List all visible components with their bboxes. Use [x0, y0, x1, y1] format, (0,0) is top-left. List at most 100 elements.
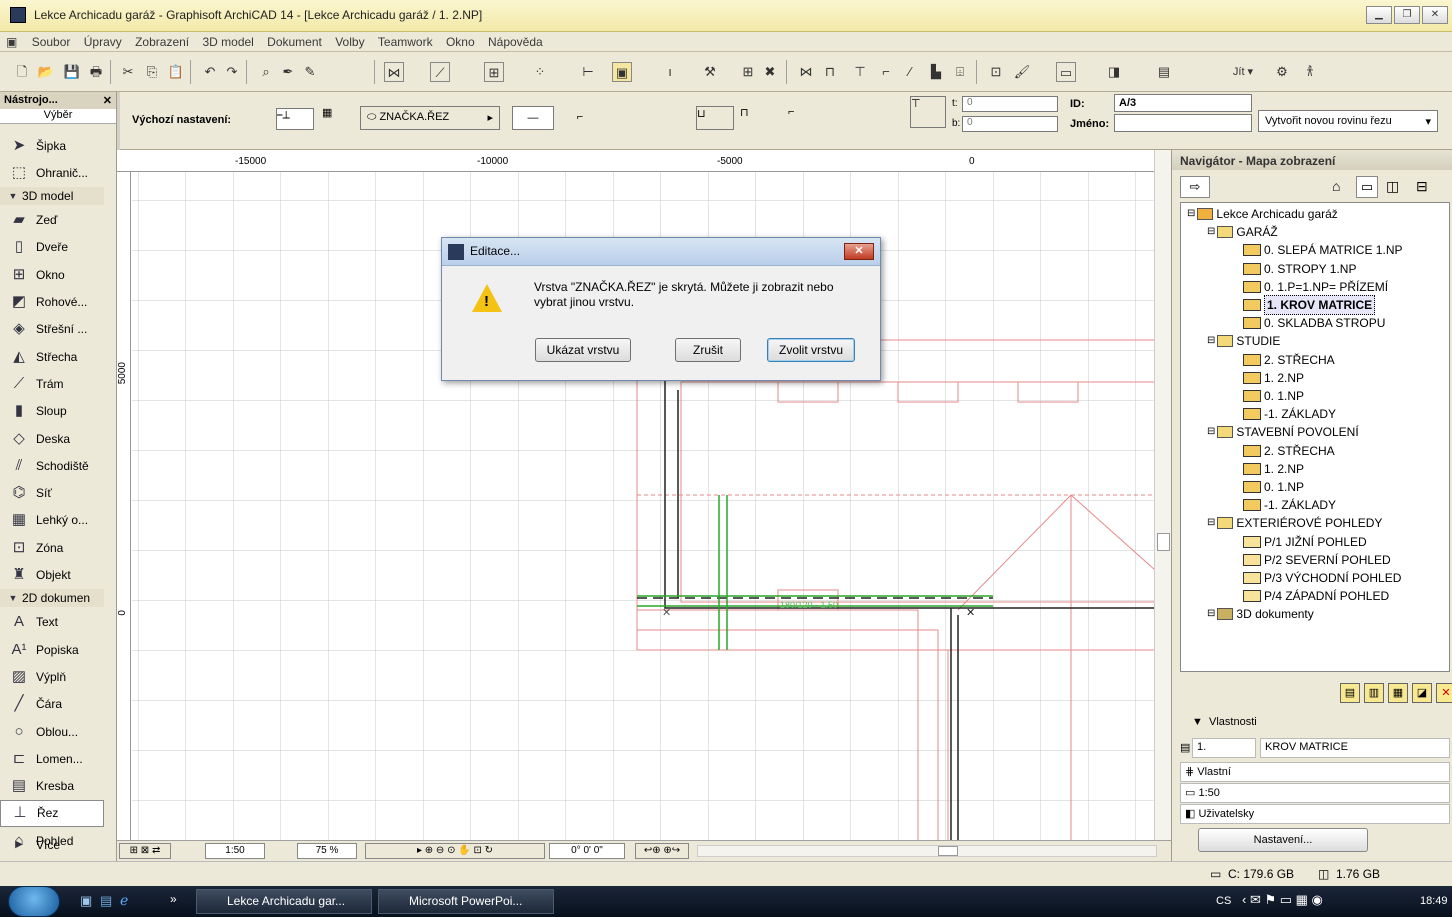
scroll-thumb[interactable]	[1157, 533, 1170, 551]
menu-upravy[interactable]: Úpravy	[79, 32, 127, 52]
tree-item[interactable]: 0. 1.NP	[1243, 387, 1304, 405]
intersect-icon[interactable]: ⊓	[820, 62, 840, 82]
tool-marquee[interactable]: ⬚ Ohranič...	[0, 159, 104, 186]
prop-id-field[interactable]: 1.	[1192, 738, 1256, 758]
paint-icon[interactable]: 🖌	[1012, 62, 1032, 82]
cut-icon[interactable]: ✂	[118, 62, 138, 82]
network-icon[interactable]: ⚙	[1272, 62, 1292, 82]
section-symbol-button[interactable]: ⎯⊥	[276, 108, 314, 130]
create-section-dropdown[interactable]: Vytvořit novou rovinu řezu ▾	[1258, 110, 1438, 132]
tree-item[interactable]: 2. STŘECHA	[1243, 442, 1335, 460]
eyedropper-icon[interactable]: ✒	[278, 62, 298, 82]
corner-icon[interactable]: ⌐	[876, 62, 896, 82]
expand-icon[interactable]: ⊟	[1207, 223, 1215, 241]
scale-field[interactable]: 1:50	[205, 843, 265, 859]
expand-icon[interactable]: ⊟	[1207, 332, 1215, 350]
expand-icon[interactable]: ⊟	[1207, 423, 1215, 441]
tree-item[interactable]: 1. KROV MATRICE	[1243, 295, 1376, 315]
trace-icon[interactable]: ⊢	[578, 62, 598, 82]
start-button[interactable]	[8, 886, 60, 917]
menu-okno[interactable]: Okno	[441, 32, 480, 52]
prop-scale[interactable]: ▭ 1:50	[1180, 783, 1450, 803]
tool-corner-window[interactable]: ◩ Rohové...	[0, 289, 104, 316]
expand-icon[interactable]: ⊟	[1207, 514, 1215, 532]
open-view-icon[interactable]: ◪	[1412, 683, 1432, 703]
delete-view-icon[interactable]: ✕	[1436, 683, 1452, 703]
project-map-icon[interactable]: ⌂	[1332, 178, 1340, 194]
section-marker-button[interactable]: ⌐	[788, 106, 828, 130]
tool-line[interactable]: ╱ Čára	[0, 691, 104, 718]
tree-item[interactable]: 2. STŘECHA	[1243, 351, 1335, 369]
tree-item[interactable]: 0. 1.P=1.NP= PŘÍZEMÍ	[1243, 278, 1388, 296]
b-input[interactable]: 0	[962, 116, 1058, 132]
name-input[interactable]	[1114, 114, 1252, 132]
tool-slab[interactable]: ◇ Deska	[0, 425, 104, 452]
tree-item[interactable]: P/3 VÝCHODNÍ POHLED	[1243, 569, 1401, 587]
menu-volby[interactable]: Volby	[330, 32, 369, 52]
close-x-icon[interactable]: ✖	[760, 62, 780, 82]
rotate-icon[interactable]: ⌹	[950, 62, 970, 82]
cancel-button[interactable]: Zrušit	[675, 338, 741, 362]
section-depth-button[interactable]: ⊔	[696, 106, 734, 130]
line-type-button[interactable]: —	[512, 106, 554, 130]
paste-icon[interactable]: 📋	[166, 62, 186, 82]
tree-item[interactable]: 0. 1.NP	[1243, 478, 1304, 496]
nav-back-buttons[interactable]: ↩⊕ ⊕↪	[635, 843, 689, 859]
tool-text[interactable]: A Text	[0, 609, 104, 636]
tree-item[interactable]: 1. 2.NP	[1243, 369, 1304, 387]
tree-item[interactable]: 1. 2.NP	[1243, 460, 1304, 478]
tool-section[interactable]: ⊥ Řez	[0, 799, 104, 827]
tool-window[interactable]: ⊞ Okno	[0, 261, 104, 288]
more-quicklaunch-icon[interactable]: »	[170, 892, 177, 906]
floor-plan-icon[interactable]: ▭	[1056, 62, 1076, 82]
menu-soubor[interactable]: Soubor	[27, 32, 76, 52]
clone-view-icon[interactable]: ▥	[1364, 683, 1384, 703]
drag-icon[interactable]: ▙	[926, 62, 946, 82]
tree-item[interactable]: ⊟ GARÁŽ	[1207, 223, 1278, 241]
horizontal-scrollbar[interactable]	[697, 845, 1157, 857]
tree-item[interactable]: ⊟ Lekce Archicadu garáž	[1187, 205, 1338, 223]
fillet-icon[interactable]: ⊤	[850, 62, 870, 82]
hscroll-thumb[interactable]	[938, 846, 958, 856]
tool-arc[interactable]: ○ Oblou...	[0, 718, 104, 745]
pen-icon[interactable]: ı	[660, 62, 680, 82]
taskbar-powerpoint[interactable]: Microsoft PowerPoi...	[378, 889, 554, 914]
restore-button[interactable]: ❐	[1394, 6, 1420, 24]
tool-roof[interactable]: ◭ Střecha	[0, 343, 104, 370]
layer-icon[interactable]: ▣	[612, 62, 632, 82]
walk-icon[interactable]: 𐀪	[1300, 62, 1320, 82]
angle-field[interactable]: 0° 0' 0"	[549, 843, 625, 859]
trim-icon[interactable]: ⋈	[796, 62, 816, 82]
doc-menu-icon[interactable]: ▣	[0, 32, 23, 52]
3d-view-icon[interactable]: ◨	[1104, 62, 1124, 82]
tray-icons[interactable]: ‹ ✉ ⚑ ▭ ▦ ◉	[1242, 892, 1323, 908]
undo-icon[interactable]: ↶	[200, 62, 220, 82]
marker-type-button[interactable]: ⌐	[560, 106, 600, 130]
tool-triangle-down[interactable]: ▼ 2D dokumen	[0, 588, 104, 607]
zoom-field[interactable]: 75 %	[297, 843, 357, 859]
prop-layer-combination[interactable]: ⋕ Vlastní	[1180, 762, 1450, 782]
dialog-close-button[interactable]: ✕	[844, 243, 874, 260]
go-to-menu[interactable]: Jít ▾	[1226, 62, 1260, 82]
publisher-icon[interactable]: ⊟	[1416, 178, 1428, 195]
suspend-groups-icon[interactable]: ⁘	[530, 62, 550, 82]
tree-item[interactable]: P/1 JIŽNÍ POHLED	[1243, 533, 1367, 551]
expand-icon[interactable]: ⊟	[1187, 205, 1195, 223]
tree-item[interactable]: 0. STROPY 1.NP	[1243, 260, 1356, 278]
view-map-icon[interactable]: ▭	[1356, 176, 1378, 198]
copy-icon[interactable]: ⎘	[142, 62, 162, 82]
tree-item[interactable]: ⊟ STAVEBNÍ POVOLENÍ	[1207, 423, 1359, 441]
id-input[interactable]: A/3	[1114, 94, 1252, 112]
tool-beam[interactable]: ⟋ Trám	[0, 370, 104, 397]
tool-wall[interactable]: ▰ Zeď	[0, 207, 104, 234]
show-layer-button[interactable]: Ukázat vrstvu	[535, 338, 631, 362]
show-desktop-icon[interactable]: ▣	[80, 893, 92, 909]
close-button[interactable]: ✕	[1422, 6, 1448, 24]
menu-napoveda[interactable]: Nápověda	[483, 32, 548, 52]
dimension-icon[interactable]: ⚒	[700, 62, 720, 82]
prop-model-view[interactable]: ◧ Uživatelsky	[1180, 804, 1450, 824]
menu-3d-model[interactable]: 3D model	[197, 32, 258, 52]
language-indicator[interactable]: CS	[1216, 895, 1231, 907]
grid-snap-icon[interactable]: ⊞	[484, 62, 504, 82]
settings-button[interactable]: Nastavení...	[1198, 828, 1368, 852]
